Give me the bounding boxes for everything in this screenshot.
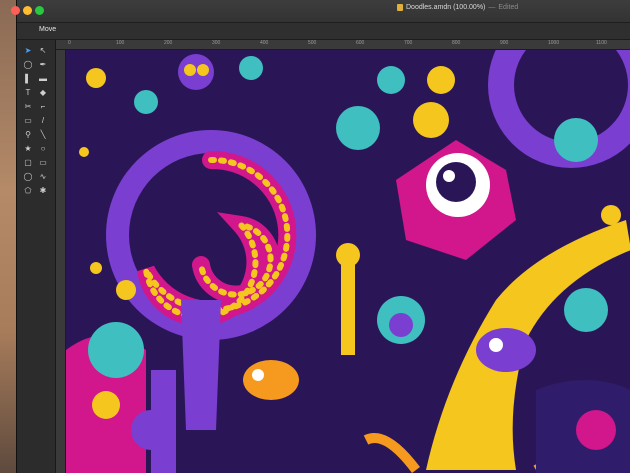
big-eye-shine — [443, 170, 455, 182]
orange-fish-eye — [252, 369, 264, 381]
figure-head — [427, 66, 455, 94]
yellow-star-creature — [601, 205, 621, 225]
context-toolbar: Move — [17, 23, 630, 40]
app-window: Doodles.amdn (100.00%) — Edited Move ➤ ↖ ◯… — [11, 0, 630, 473]
teal-snail — [336, 106, 380, 150]
document-icon — [397, 4, 403, 11]
ellipse-icon[interactable]: ◯ — [21, 170, 35, 182]
move-tool-icon[interactable]: ➤ — [21, 44, 35, 56]
rounded-rectangle-icon[interactable]: ▭ — [36, 156, 50, 168]
text-tool-icon[interactable]: T — [21, 86, 35, 98]
octopus — [389, 313, 413, 337]
minimize-window-button[interactable] — [23, 6, 32, 15]
eyedropper-icon[interactable]: ⌐ — [36, 100, 50, 112]
doodle-artwork — [66, 50, 630, 473]
brush-icon[interactable]: ▌ — [21, 72, 35, 84]
teal-blob — [239, 56, 263, 80]
purple-squid — [181, 300, 221, 430]
ruler-tick-label: 700 — [404, 40, 413, 46]
active-tool-label: Move — [39, 26, 57, 33]
star-icon[interactable]: ★ — [21, 142, 35, 154]
yellow-dot — [90, 262, 102, 274]
tools-panel: ➤ ↖ ◯ ✒ ▌ ▬ T ◆ ✂ ⌐ ▭ / ⚲ ╲ ★ ○ ▢ ▭ ◯ ∿ ⬠ ✱ — [17, 40, 56, 473]
teal-cat — [134, 90, 158, 114]
zoom-icon[interactable]: ⚲ — [21, 128, 35, 140]
scissors-icon[interactable]: ✂ — [21, 100, 35, 112]
document-canvas[interactable] — [66, 50, 630, 473]
title-separator: — — [488, 4, 496, 11]
node-tool-icon[interactable]: ↖ — [36, 44, 50, 56]
teal-shell — [88, 322, 144, 378]
ruler-tick-label: 300 — [212, 40, 221, 46]
pen-tool-icon[interactable]: ✒ — [36, 58, 50, 70]
orange-fish — [243, 360, 299, 400]
window-title-text: Doodles.amdn (100.00%) — [406, 4, 486, 11]
circle-icon[interactable]: ○ — [36, 142, 50, 154]
creature-eye — [197, 64, 209, 76]
purple-fish — [476, 328, 536, 372]
teal-snail-right — [564, 288, 608, 332]
line-icon[interactable]: ╲ — [36, 128, 50, 140]
yellow-dot — [116, 280, 136, 300]
lasso-icon[interactable]: ◯ — [21, 58, 35, 70]
giraffe-head — [336, 243, 360, 267]
ruler-tick-label: 200 — [164, 40, 173, 46]
shape-icon[interactable]: ⬠ — [21, 184, 35, 196]
ruler-tick-label: 500 — [308, 40, 317, 46]
yellow-dot — [86, 68, 106, 88]
fill-icon[interactable]: ◆ — [36, 86, 50, 98]
fish-eye — [489, 338, 503, 352]
ruler-tick-label: 900 — [500, 40, 509, 46]
ruler-tick-label: 100 — [116, 40, 125, 46]
bottom-creature — [131, 410, 171, 450]
close-window-button[interactable] — [11, 6, 20, 15]
rectangle-icon[interactable]: ▢ — [21, 156, 35, 168]
curve-icon[interactable]: ∿ — [36, 170, 50, 182]
ruler-tick-label: 800 — [452, 40, 461, 46]
ruler-tick-label: 0 — [68, 40, 71, 46]
giraffe-neck — [341, 255, 355, 355]
creature-eye — [184, 64, 196, 76]
big-eye-pupil — [436, 162, 476, 202]
pink-creature — [576, 410, 616, 450]
yellow-eyes-creature — [92, 391, 120, 419]
ruler-tick-label: 600 — [356, 40, 365, 46]
brush-icon[interactable]: / — [36, 114, 50, 126]
teal-snail-small — [377, 66, 405, 94]
maximize-window-button[interactable] — [35, 6, 44, 15]
edited-status: Edited — [498, 4, 519, 11]
yellow-sitting-figure — [413, 102, 449, 138]
ruler-tick-label: 400 — [260, 40, 269, 46]
crop-icon[interactable]: ▭ — [21, 114, 35, 126]
horizontal-ruler[interactable]: 0 100 200 300 400 500 600 700 800 900 1000 1100 — [56, 40, 630, 50]
window-title: Doodles.amdn (100.00%) — Edited — [397, 4, 518, 11]
gradient-icon[interactable]: ▬ — [36, 72, 50, 84]
ruler-tick-label: 1000 — [548, 40, 560, 46]
gear-icon[interactable]: ✱ — [36, 184, 50, 196]
title-bar[interactable]: Doodles.amdn (100.00%) — Edited — [11, 0, 630, 23]
ruler-tick-label: 1100 — [596, 40, 607, 46]
teal-swirl-blob — [554, 118, 598, 162]
yellow-dot — [79, 147, 89, 157]
vertical-ruler[interactable] — [56, 50, 66, 473]
